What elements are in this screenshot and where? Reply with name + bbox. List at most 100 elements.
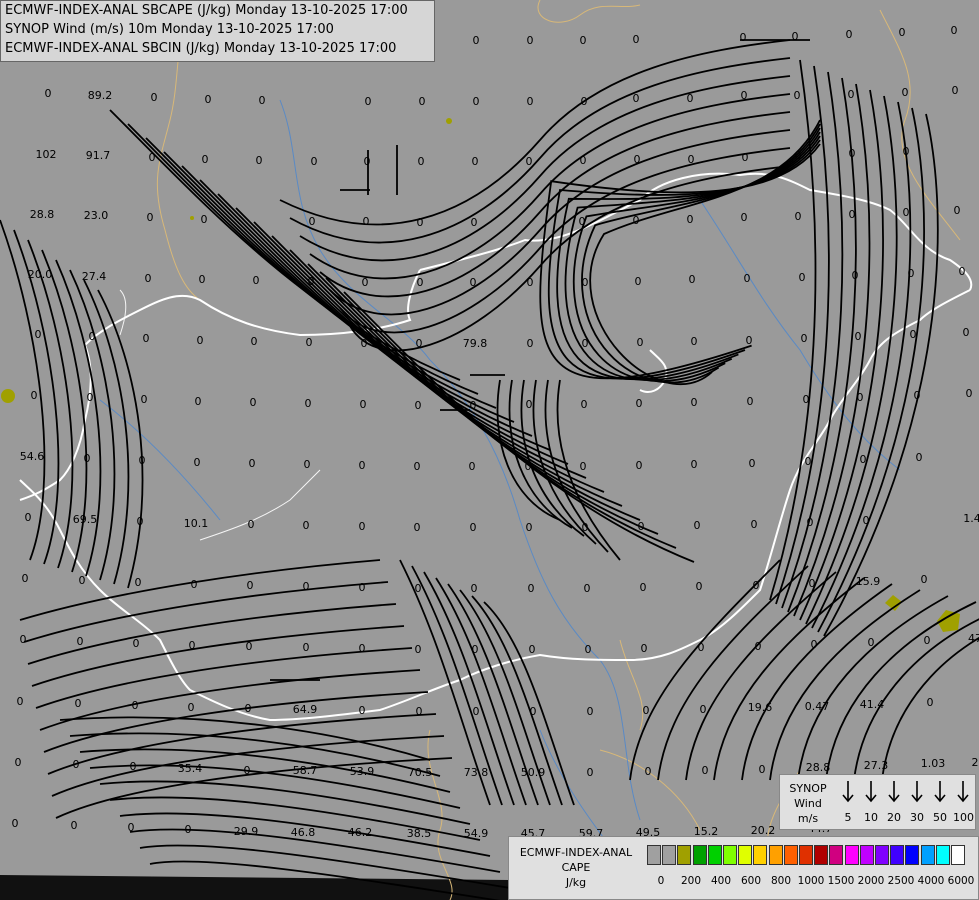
station-value: 35.4 xyxy=(178,762,203,775)
station-value: 0 xyxy=(687,92,694,105)
synop-speed-label: 30 xyxy=(910,811,924,824)
station-value: 0.47 xyxy=(805,700,830,713)
station-value: 10.1 xyxy=(184,517,209,530)
synop-speed-item: 20 xyxy=(884,779,904,824)
station-value: 0 xyxy=(17,695,24,708)
synop-title-line-3: m/s xyxy=(797,812,819,825)
station-value: 0 xyxy=(742,151,749,164)
station-value: 0 xyxy=(525,460,532,473)
station-value: 0 xyxy=(527,95,534,108)
station-value: 0 xyxy=(15,756,22,769)
station-value: 0 xyxy=(921,573,928,586)
station-value: 0 xyxy=(128,821,135,834)
station-value: 28.8 xyxy=(30,208,55,221)
station-value: 46.8 xyxy=(291,826,316,839)
station-value: 0 xyxy=(308,275,315,288)
station-value: 0 xyxy=(529,643,536,656)
station-value: 0 xyxy=(201,213,208,226)
station-value: 0 xyxy=(633,214,640,227)
station-value: 0 xyxy=(75,697,82,710)
synop-wind-legend: SYNOP Wind m/s 5 10 20 30 50 100 xyxy=(779,774,976,830)
station-value: 0 xyxy=(698,641,705,654)
station-value: 0 xyxy=(846,28,853,41)
station-value: 73.8 xyxy=(464,766,489,779)
station-value: 0 xyxy=(580,460,587,473)
station-value: 58.7 xyxy=(293,764,318,777)
cape-swatch xyxy=(799,845,813,865)
cape-swatch xyxy=(692,845,707,865)
synop-speed-label: 20 xyxy=(887,811,901,824)
cape-swatch xyxy=(814,845,829,865)
station-value: 0 xyxy=(638,520,645,533)
station-value: 0 xyxy=(794,89,801,102)
down-arrow-icon xyxy=(911,781,923,803)
station-value: 0 xyxy=(855,330,862,343)
station-value: 0 xyxy=(469,460,476,473)
cape-swatch xyxy=(951,845,965,865)
station-value: 0 xyxy=(746,334,753,347)
station-value: 102 xyxy=(36,148,57,161)
station-value: 64.9 xyxy=(293,703,318,716)
station-value: 0 xyxy=(73,758,80,771)
station-value: 0 xyxy=(689,273,696,286)
station-value: 0 xyxy=(635,275,642,288)
station-value: 0 xyxy=(527,276,534,289)
station-value: 0 xyxy=(359,704,366,717)
station-value: 70.5 xyxy=(408,766,433,779)
station-value: 0 xyxy=(135,576,142,589)
station-value: 0 xyxy=(259,94,266,107)
cape-label: 800 xyxy=(770,875,792,887)
station-value: 0 xyxy=(852,269,859,282)
station-value: 0 xyxy=(415,643,422,656)
station-value: 0 xyxy=(908,267,915,280)
station-value: 0 xyxy=(899,26,906,39)
station-value: 0 xyxy=(580,154,587,167)
station-value: 69.5 xyxy=(73,513,98,526)
down-arrow-icon xyxy=(888,781,900,803)
station-value: 0 xyxy=(248,518,255,531)
station-value: 0 xyxy=(415,399,422,412)
synop-speed-item: 50 xyxy=(930,779,950,824)
header-line-synop-wind: SYNOP Wind (m/s) 10m Monday 13-10-2025 1… xyxy=(5,22,334,37)
station-value: 0 xyxy=(472,155,479,168)
station-value: 0 xyxy=(133,637,140,650)
cape-swatch xyxy=(935,845,950,865)
station-value: 0 xyxy=(89,330,96,343)
station-value: 79.8 xyxy=(463,337,488,350)
cape-swatch xyxy=(738,845,753,865)
station-value: 0 xyxy=(868,636,875,649)
station-value: 0 xyxy=(139,454,146,467)
down-arrow-icon xyxy=(842,781,854,803)
station-value: 0 xyxy=(253,274,260,287)
station-value: 0 xyxy=(582,276,589,289)
station-value: 0 xyxy=(795,210,802,223)
synop-title-line-1: SYNOP xyxy=(789,782,827,795)
cape-label: 400 xyxy=(710,875,732,887)
station-value: 0 xyxy=(741,89,748,102)
cape-swatch xyxy=(890,845,905,865)
station-value: 0 xyxy=(415,582,422,595)
cape-label: 1000 xyxy=(797,875,825,887)
station-value: 29.9 xyxy=(234,825,259,838)
station-value: 0 xyxy=(954,204,961,217)
station-value: 0 xyxy=(45,87,52,100)
cape-title-line-1: ECMWF-INDEX-ANAL xyxy=(519,846,633,859)
station-value: 0 xyxy=(966,387,973,400)
station-value: 0 xyxy=(306,336,313,349)
station-value: 0 xyxy=(579,215,586,228)
station-value: 0 xyxy=(759,763,766,776)
station-value: 0 xyxy=(414,460,421,473)
station-value: 0 xyxy=(205,93,212,106)
station-value: 0 xyxy=(79,574,86,587)
station-value: 41.4 xyxy=(860,698,885,711)
station-value: 0 xyxy=(582,337,589,350)
cape-swatch xyxy=(677,845,692,865)
station-value: 0 xyxy=(580,34,587,47)
station-value: 0 xyxy=(359,520,366,533)
cape-label: 0 xyxy=(657,875,665,887)
cape-swatch xyxy=(662,845,677,865)
weather-map: 089.200000000000000000000010291.70000000… xyxy=(0,0,979,900)
station-value: 0 xyxy=(471,582,478,595)
station-value: 0 xyxy=(696,580,703,593)
station-value: 0 xyxy=(418,155,425,168)
